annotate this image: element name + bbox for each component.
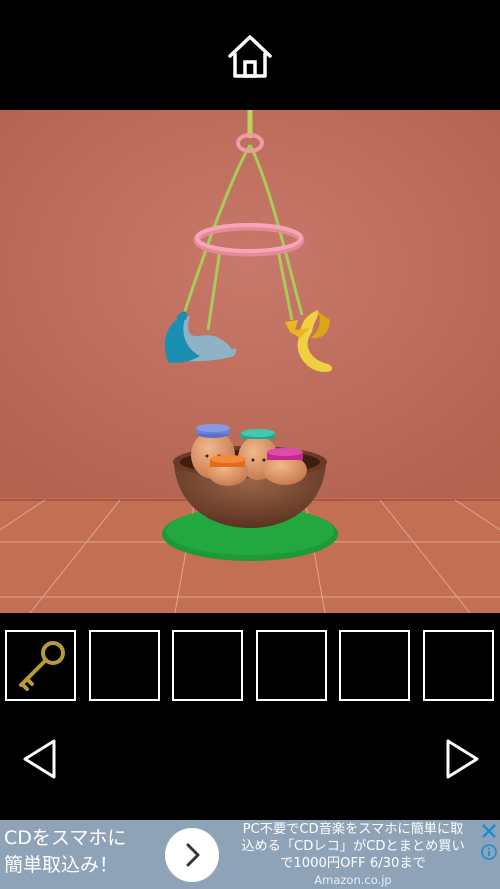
ad-body-line1: PC不要でCD音楽をスマホに簡単に取	[242, 822, 464, 837]
ad-headline-line2: 簡単取込み！	[4, 854, 119, 876]
inventory-slot-4[interactable]	[256, 630, 327, 701]
ad-headline[interactable]: CDをスマホに 簡単取込み！	[0, 820, 170, 889]
left-arrow-icon	[23, 739, 56, 779]
navigation-bar	[0, 713, 500, 820]
ad-body-line2: 込める「CDレコ」がCDとまとめ買い	[241, 839, 465, 854]
orange-cap-figure[interactable]	[208, 455, 248, 486]
top-bar	[0, 0, 500, 110]
ad-body-line3: で1000円OFF 6/30まで	[280, 856, 426, 871]
ad-info-button[interactable]	[481, 844, 497, 860]
right-arrow-icon	[446, 739, 479, 779]
left-arrow-button[interactable]	[20, 737, 60, 781]
inventory-slot-1[interactable]	[5, 630, 76, 701]
inventory-slot-5[interactable]	[339, 630, 410, 701]
right-arrow-button[interactable]	[442, 737, 482, 781]
ad-headline-line1: CDをスマホに	[4, 827, 127, 849]
inventory-slot-6[interactable]	[423, 630, 494, 701]
home-button[interactable]	[226, 34, 274, 80]
inventory-bar	[0, 613, 500, 713]
inventory-slot-3[interactable]	[172, 630, 243, 701]
ad-body[interactable]: PC不要でCD音楽をスマホに簡単に取 込める「CDレコ」がCDとまとめ買い で1…	[224, 820, 482, 889]
home-icon	[228, 35, 272, 78]
ad-source: Amazon.co.jp	[314, 873, 392, 887]
game-scene	[0, 110, 500, 613]
close-icon	[482, 824, 496, 838]
ad-banner[interactable]: CDをスマホに 簡単取込み！ PC不要でCD音楽をスマホに簡単に取 込める「CD…	[0, 820, 500, 889]
ad-go-button[interactable]	[165, 828, 219, 882]
chevron-right-icon	[186, 843, 200, 867]
magenta-cap-figure[interactable]	[263, 448, 307, 485]
inventory-slot-2[interactable]	[89, 630, 160, 701]
info-icon	[481, 844, 497, 860]
ad-close-button[interactable]	[480, 822, 498, 840]
key-icon	[19, 641, 65, 691]
